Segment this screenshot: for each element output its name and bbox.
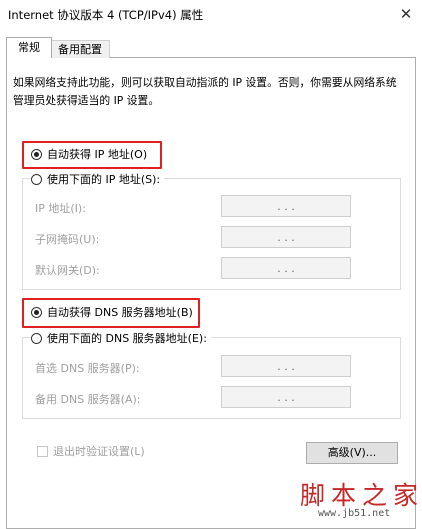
preferred-dns-input[interactable]: . . . bbox=[221, 355, 351, 377]
watermark-url: www.jb51.net bbox=[318, 508, 391, 519]
alternate-dns-input[interactable]: . . . bbox=[221, 386, 351, 408]
advanced-button[interactable]: 高级(V)... bbox=[306, 442, 398, 464]
ip-auto-radio[interactable] bbox=[31, 148, 42, 160]
ip-address-input[interactable]: . . . bbox=[221, 195, 351, 217]
ip-auto-option[interactable]: 自动获得 IP 地址(O) bbox=[31, 146, 147, 162]
watermark-logo: 脚本之家 bbox=[300, 481, 422, 510]
validate-on-exit-checkbox[interactable] bbox=[37, 445, 48, 457]
dns-manual-label: 使用下面的 DNS 服务器地址(E): bbox=[47, 332, 207, 345]
ip-auto-label: 自动获得 IP 地址(O) bbox=[47, 148, 148, 161]
close-icon[interactable]: ✕ bbox=[394, 3, 418, 25]
validate-on-exit-option[interactable]: 退出时验证设置(L) bbox=[37, 443, 145, 459]
tab-general[interactable]: 常规 bbox=[6, 37, 52, 58]
description-text: 如果网络支持此功能，则可以获取自动指派的 IP 设置。否则，你需要从网络系统管理… bbox=[13, 76, 397, 107]
dns-auto-radio[interactable] bbox=[31, 306, 42, 318]
window-title: Internet 协议版本 4 (TCP/IPv4) 属性 bbox=[8, 8, 204, 22]
tab-alternate-configuration[interactable]: 备用配置 bbox=[50, 40, 110, 58]
dns-auto-label: 自动获得 DNS 服务器地址(B) bbox=[47, 306, 193, 319]
ip-manual-radio[interactable] bbox=[31, 173, 42, 185]
alternate-dns-label: 备用 DNS 服务器(A): bbox=[35, 393, 141, 406]
dns-auto-option[interactable]: 自动获得 DNS 服务器地址(B) bbox=[31, 304, 193, 320]
dns-manual-option[interactable]: 使用下面的 DNS 服务器地址(E): bbox=[31, 330, 211, 346]
default-gateway-input[interactable]: . . . bbox=[221, 257, 351, 279]
subnet-mask-label: 子网掩码(U): bbox=[35, 233, 100, 246]
dns-manual-radio[interactable] bbox=[31, 332, 42, 344]
ip-manual-option[interactable]: 使用下面的 IP 地址(S): bbox=[31, 171, 165, 187]
default-gateway-label: 默认网关(D): bbox=[35, 264, 100, 277]
ip-address-label: IP 地址(I): bbox=[35, 202, 86, 215]
ip-manual-label: 使用下面的 IP 地址(S): bbox=[47, 173, 161, 186]
subnet-mask-input[interactable]: . . . bbox=[221, 226, 351, 248]
validate-on-exit-label: 退出时验证设置(L) bbox=[53, 445, 145, 458]
preferred-dns-label: 首选 DNS 服务器(P): bbox=[35, 362, 140, 375]
